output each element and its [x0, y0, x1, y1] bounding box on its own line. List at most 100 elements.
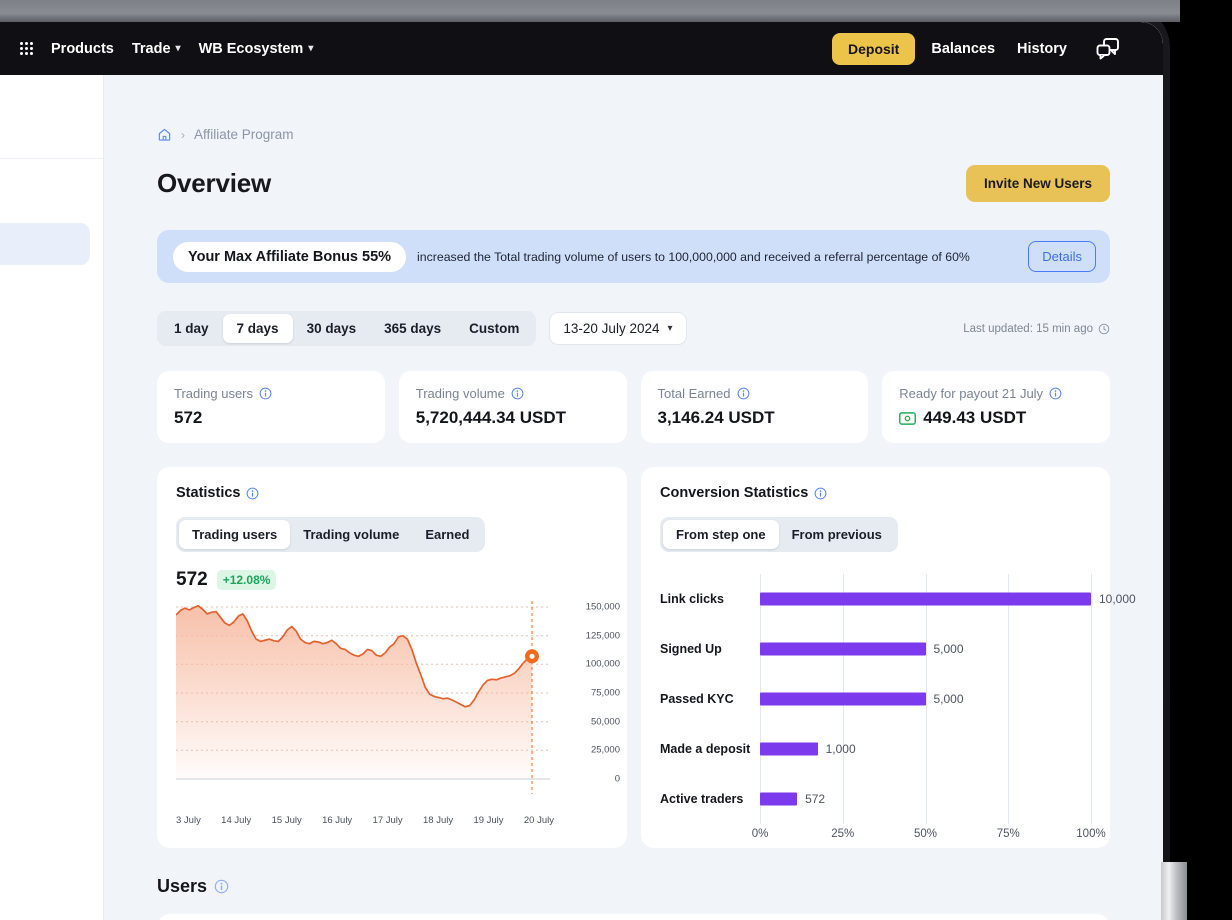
bar-x-tick-label: 25% — [831, 828, 855, 840]
statistics-summary: 572 +12.08% — [176, 569, 608, 591]
range-custom[interactable]: Custom — [455, 314, 533, 343]
date-range-value: 13-20 July 2024 — [563, 321, 660, 336]
last-updated-text: Last updated: 15 min ago — [963, 322, 1093, 335]
range-30-days[interactable]: 30 days — [293, 314, 371, 343]
bar-gridline — [842, 774, 844, 824]
stat-value: 572 — [174, 408, 368, 428]
last-updated-label: Last updated: 15 min ago — [963, 323, 1110, 335]
bar-track: 5,000 — [760, 674, 1092, 724]
conversion-bar-chart: Link clicks 10,000 Signed Up 5,000 Passed KY… — [660, 574, 1136, 844]
statistics-title: Statistics — [176, 485, 608, 501]
bar-gridline — [1091, 724, 1092, 774]
range-7-days[interactable]: 7 days — [222, 314, 293, 343]
line-chart-svg — [176, 601, 550, 794]
tab-trading-users[interactable]: Trading users — [179, 520, 291, 549]
stat-label-text: Ready for payout 21 July — [899, 386, 1044, 401]
tab-trading-volume[interactable]: Trading volume — [290, 520, 412, 549]
nav-link-history[interactable]: History — [1011, 37, 1073, 61]
y-axis-tick-label: 50,000 — [590, 716, 620, 728]
device-top-edge — [0, 0, 1180, 22]
date-range-picker[interactable]: 13-20 July 2024 ▾ — [549, 312, 687, 345]
info-icon — [814, 487, 827, 499]
clock-icon — [1098, 323, 1110, 334]
stat-label-text: Trading users — [174, 386, 253, 401]
bar-fill — [760, 592, 1091, 606]
users-table-card — [157, 914, 1110, 920]
bar-category-label: Signed Up — [660, 642, 722, 656]
conversion-title-text: Conversion Statistics — [660, 485, 809, 501]
stat-value-text: 572 — [174, 408, 203, 427]
conversion-statistics-panel: Conversion Statistics From step one From… — [641, 467, 1136, 848]
stat-label: Ready for payout 21 July — [899, 386, 1093, 401]
filter-row: 1 day 7 days 30 days 365 days Custom 13-… — [157, 311, 1163, 346]
x-axis-tick-label: 17 July — [372, 815, 403, 826]
stat-label: Total Earned — [658, 386, 852, 401]
screenshot-root: Products Trade ▾ WB Ecosystem ▾ Deposit … — [0, 0, 1232, 920]
y-axis-tick-label: 150,000 — [585, 601, 620, 613]
details-button[interactable]: Details — [1028, 241, 1096, 272]
bar-category-label: Link clicks — [660, 592, 724, 606]
range-1-day[interactable]: 1 day — [160, 314, 223, 343]
nav-item-wb-ecosystem[interactable]: WB Ecosystem ▾ — [199, 41, 314, 57]
nav-item-trade[interactable]: Trade ▾ — [132, 41, 181, 57]
info-icon — [259, 387, 272, 400]
bar-fill — [760, 692, 926, 706]
x-axis-tick-label: 15 July — [271, 815, 302, 826]
bar-row: Passed KYC 5,000 — [660, 674, 1092, 724]
bar-gridline — [1008, 624, 1010, 674]
bonus-pill: Your Max Affiliate Bonus 55% — [173, 241, 407, 272]
home-icon[interactable] — [157, 127, 172, 142]
affiliate-bonus-banner: Your Max Affiliate Bonus 55% increased t… — [157, 230, 1110, 283]
tab-from-previous[interactable]: From previous — [779, 520, 895, 549]
stat-card-trading-users: Trading users 572 — [157, 371, 385, 443]
y-axis-tick-label: 100,000 — [585, 658, 620, 670]
nav-link-balances[interactable]: Balances — [925, 37, 1001, 61]
bar-rows: Link clicks 10,000 Signed Up 5,000 Passed KY… — [660, 574, 1136, 824]
stat-card-total-earned: Total Earned 3,146.24 USDT — [640, 371, 869, 443]
bar-gridline — [1091, 774, 1092, 824]
bar-fill — [760, 792, 798, 806]
bar-row: Active traders 572 — [660, 774, 1092, 824]
bar-value-label: 5,000 — [933, 642, 964, 656]
chevron-down-icon: ▾ — [308, 43, 314, 54]
y-axis-tick-label: 75,000 — [590, 687, 620, 699]
bonus-description: increased the Total trading volume of us… — [417, 249, 970, 264]
bar-gridline — [1091, 624, 1092, 674]
bar-x-tick-label: 50% — [913, 828, 938, 840]
deposit-button[interactable]: Deposit — [832, 32, 916, 65]
range-365-days[interactable]: 365 days — [370, 314, 455, 343]
nav-label-products: Products — [51, 40, 114, 57]
stat-label: Trading users — [174, 386, 368, 401]
bar-gridline — [925, 724, 927, 774]
sidebar-item-active[interactable] — [0, 223, 90, 265]
bar-gridline — [1008, 674, 1010, 724]
breadcrumb-separator: › — [181, 127, 185, 142]
x-axis-tick-label: 3 July — [176, 815, 201, 826]
bar-row: Made a deposit 1,000 — [660, 724, 1092, 774]
chat-bubbles-icon[interactable] — [1095, 37, 1121, 61]
x-axis-tick-label: 19 July — [473, 815, 504, 826]
statistics-title-text: Statistics — [176, 485, 241, 501]
tab-from-step-one[interactable]: From step one — [663, 520, 779, 549]
users-section-title: Users — [157, 876, 1163, 897]
date-range-segmented-control: 1 day 7 days 30 days 365 days Custom — [157, 311, 537, 346]
bar-row: Signed Up 5,000 — [660, 624, 1092, 674]
y-axis-tick-label: 0 — [614, 773, 620, 785]
stat-cards-row: Trading users 572 Trading volume 5,720,4… — [157, 371, 1163, 443]
nav-label-trade: Trade — [131, 40, 171, 57]
x-axis-tick-label: 18 July — [422, 815, 454, 826]
charts-row: Statistics Trading users Trading volume … — [157, 467, 1163, 848]
stat-value: 449.43 USDT — [899, 408, 1093, 428]
tab-earned[interactable]: Earned — [412, 520, 482, 549]
y-axis-tick-label: 125,000 — [585, 630, 620, 642]
bar-gridline — [1091, 674, 1092, 724]
breadcrumb-current: Affiliate Program — [194, 127, 294, 142]
line-chart: 0 25,000 50,000 75,000 100,000 125,000 150,000… — [176, 601, 620, 826]
invite-new-users-button[interactable]: Invite New Users — [965, 165, 1110, 202]
stat-label: Trading volume — [416, 386, 610, 401]
bar-x-tick-label: 100% — [1076, 828, 1106, 840]
apps-grid-icon[interactable] — [20, 42, 33, 55]
bar-fill — [760, 642, 926, 656]
bar-gridline — [925, 624, 927, 674]
nav-item-products[interactable]: Products — [51, 41, 114, 57]
